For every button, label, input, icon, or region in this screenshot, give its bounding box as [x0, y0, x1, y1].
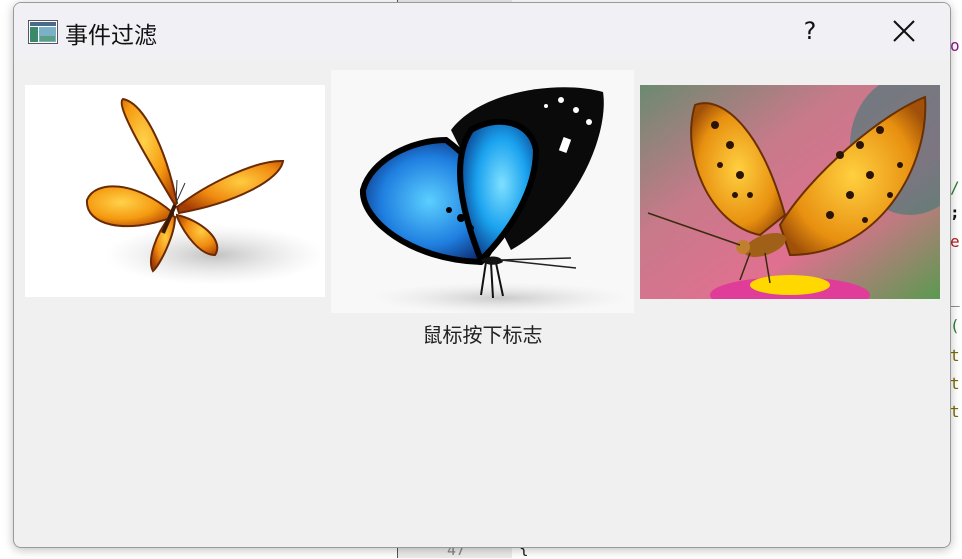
editor-code-fragment: t — [950, 374, 960, 393]
help-button-label: ? — [803, 17, 817, 45]
close-button[interactable] — [874, 11, 934, 51]
blue-butterfly-image[interactable] — [331, 70, 634, 313]
editor-code-fragment: / — [950, 178, 960, 197]
editor-code-fragment: t — [950, 402, 960, 421]
editor-code-fragment: ( — [950, 316, 960, 335]
help-button[interactable]: ? — [780, 11, 840, 51]
editor-code-fragment: ; — [950, 203, 960, 222]
fritillary-butterfly-image[interactable] — [640, 85, 940, 299]
event-filter-dialog: 事件过滤 ? 鼠标按下标志 — [13, 2, 951, 548]
close-icon — [893, 20, 915, 42]
title-bar[interactable]: 事件过滤 ? — [14, 3, 950, 59]
mouse-press-status-label: 鼠标按下标志 — [422, 323, 543, 347]
orange-butterfly-image[interactable] — [25, 85, 325, 297]
window-title: 事件过滤 — [65, 23, 157, 49]
editor-code-fragment: _ — [950, 288, 960, 307]
window-app-icon — [28, 20, 58, 44]
editor-code-fragment: o — [950, 36, 960, 55]
editor-code-fragment: t — [950, 346, 960, 365]
editor-code-fragment: e — [950, 232, 960, 251]
